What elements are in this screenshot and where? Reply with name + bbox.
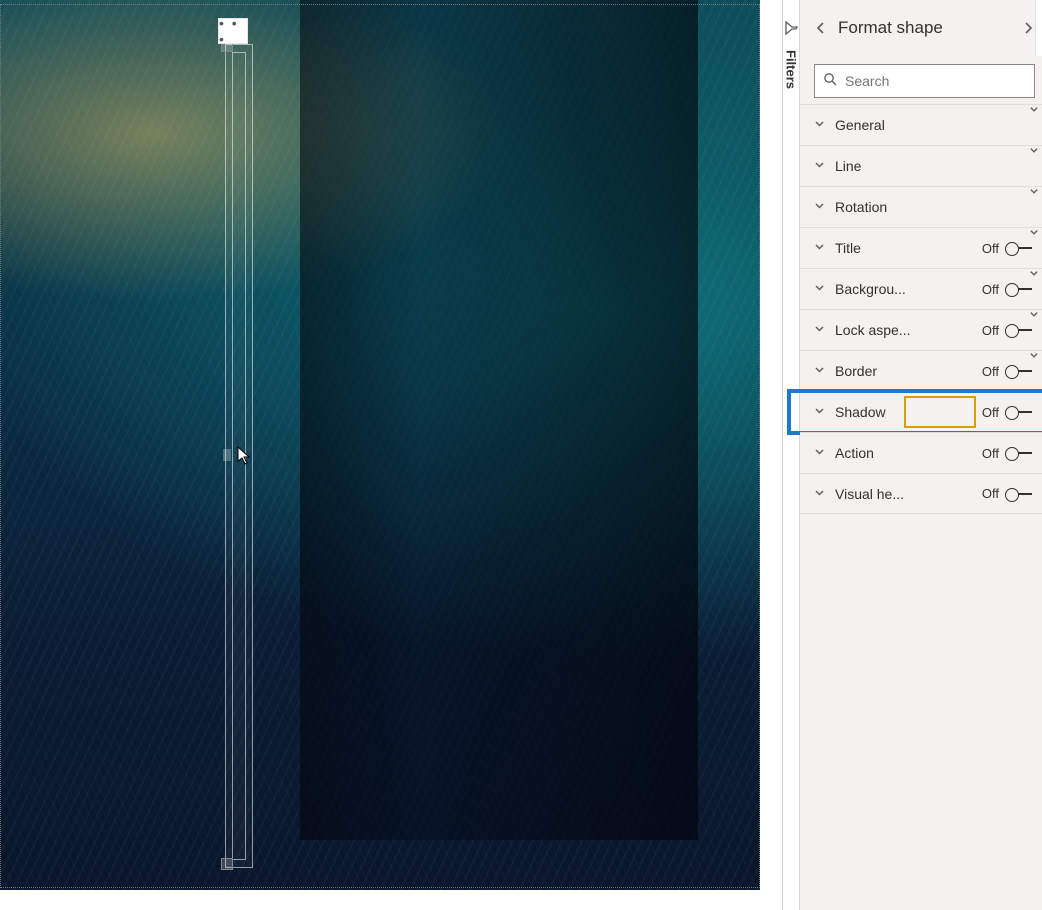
filters-label: Filters xyxy=(784,50,799,89)
toggle-state-text: Off xyxy=(982,405,999,420)
canvas-texture xyxy=(0,0,760,890)
search-row xyxy=(800,56,1042,104)
section-background[interactable]: Backgrou... Off xyxy=(800,268,1042,309)
toggle-state-text: Off xyxy=(982,446,999,461)
section-shadow[interactable]: Shadow Off xyxy=(800,391,1042,432)
chevron-down-icon xyxy=(814,116,825,134)
chevron-down-icon[interactable] xyxy=(1026,223,1042,241)
filters-icon xyxy=(783,20,799,36)
chevron-down-icon xyxy=(814,444,825,462)
selected-shape[interactable] xyxy=(232,52,246,860)
toggle-state-text: Off xyxy=(982,282,999,297)
shadow-toggle[interactable]: Off xyxy=(982,405,1035,420)
toggle-switch[interactable] xyxy=(1005,487,1035,501)
panel-back-button[interactable] xyxy=(810,17,832,39)
section-label: Backgrou... xyxy=(835,281,972,297)
chevron-down-icon[interactable] xyxy=(1026,182,1042,200)
section-line[interactable]: Line xyxy=(800,145,1042,186)
border-toggle[interactable]: Off xyxy=(982,364,1035,379)
panel-title: Format shape xyxy=(832,18,1017,38)
toggle-state-text: Off xyxy=(982,323,999,338)
chevron-down-icon xyxy=(814,321,825,339)
chevron-down-icon xyxy=(814,403,825,421)
section-general[interactable]: General xyxy=(800,104,1042,145)
toggle-state-text: Off xyxy=(982,486,999,501)
panel-edge-crop xyxy=(1035,0,1042,56)
section-label: Title xyxy=(835,240,972,256)
format-shape-panel: Format shape xyxy=(800,0,1042,910)
chevron-down-icon xyxy=(814,485,825,503)
format-sections-list: General Line Rotation Title Off xyxy=(800,104,1042,514)
section-label: Shadow xyxy=(835,404,972,420)
toggle-switch[interactable] xyxy=(1005,405,1035,419)
visual-more-options-button[interactable]: • • • xyxy=(218,18,248,44)
section-action[interactable]: Action Off xyxy=(800,432,1042,473)
chevron-down-icon xyxy=(814,362,825,380)
ellipsis-glyph: • • • xyxy=(219,15,247,47)
chevron-down-icon[interactable] xyxy=(1026,141,1042,159)
toggle-switch[interactable] xyxy=(1005,446,1035,460)
toggle-switch[interactable] xyxy=(1005,364,1035,378)
section-label: Line xyxy=(835,158,1035,174)
chevron-down-icon[interactable] xyxy=(1026,100,1042,118)
chevron-down-icon xyxy=(814,198,825,216)
section-label: General xyxy=(835,117,1035,133)
section-label: Border xyxy=(835,363,972,379)
resize-handle-bottom[interactable] xyxy=(221,858,233,870)
chevron-down-icon[interactable] xyxy=(1026,264,1042,282)
filters-pane-collapsed[interactable]: Filters xyxy=(783,0,800,910)
toggle-state-text: Off xyxy=(982,364,999,379)
search-icon xyxy=(823,72,837,91)
section-label: Rotation xyxy=(835,199,1035,215)
adjacent-pane-chevrons xyxy=(1026,100,1042,364)
chevron-down-icon xyxy=(814,239,825,257)
chevron-down-icon[interactable] xyxy=(1026,305,1042,323)
section-border[interactable]: Border Off xyxy=(800,350,1042,391)
chevron-down-icon xyxy=(814,280,825,298)
visual-header-toggle[interactable]: Off xyxy=(982,486,1035,501)
section-label: Action xyxy=(835,445,972,461)
section-lock-aspect[interactable]: Lock aspe... Off xyxy=(800,309,1042,350)
resize-handle-mid[interactable] xyxy=(223,449,231,461)
panel-header: Format shape xyxy=(800,0,1042,56)
section-rotation[interactable]: Rotation xyxy=(800,186,1042,227)
action-toggle[interactable]: Off xyxy=(982,446,1035,461)
search-input[interactable] xyxy=(845,73,1026,89)
search-input-container[interactable] xyxy=(814,64,1035,98)
toggle-state-text: Off xyxy=(982,241,999,256)
chevron-down-icon xyxy=(814,157,825,175)
section-label: Lock aspe... xyxy=(835,322,972,338)
section-visual-header[interactable]: Visual he... Off xyxy=(800,473,1042,514)
report-canvas[interactable]: • • • xyxy=(0,0,782,910)
section-title[interactable]: Title Off xyxy=(800,227,1042,268)
section-label: Visual he... xyxy=(835,486,972,502)
chevron-down-icon[interactable] xyxy=(1026,346,1042,364)
